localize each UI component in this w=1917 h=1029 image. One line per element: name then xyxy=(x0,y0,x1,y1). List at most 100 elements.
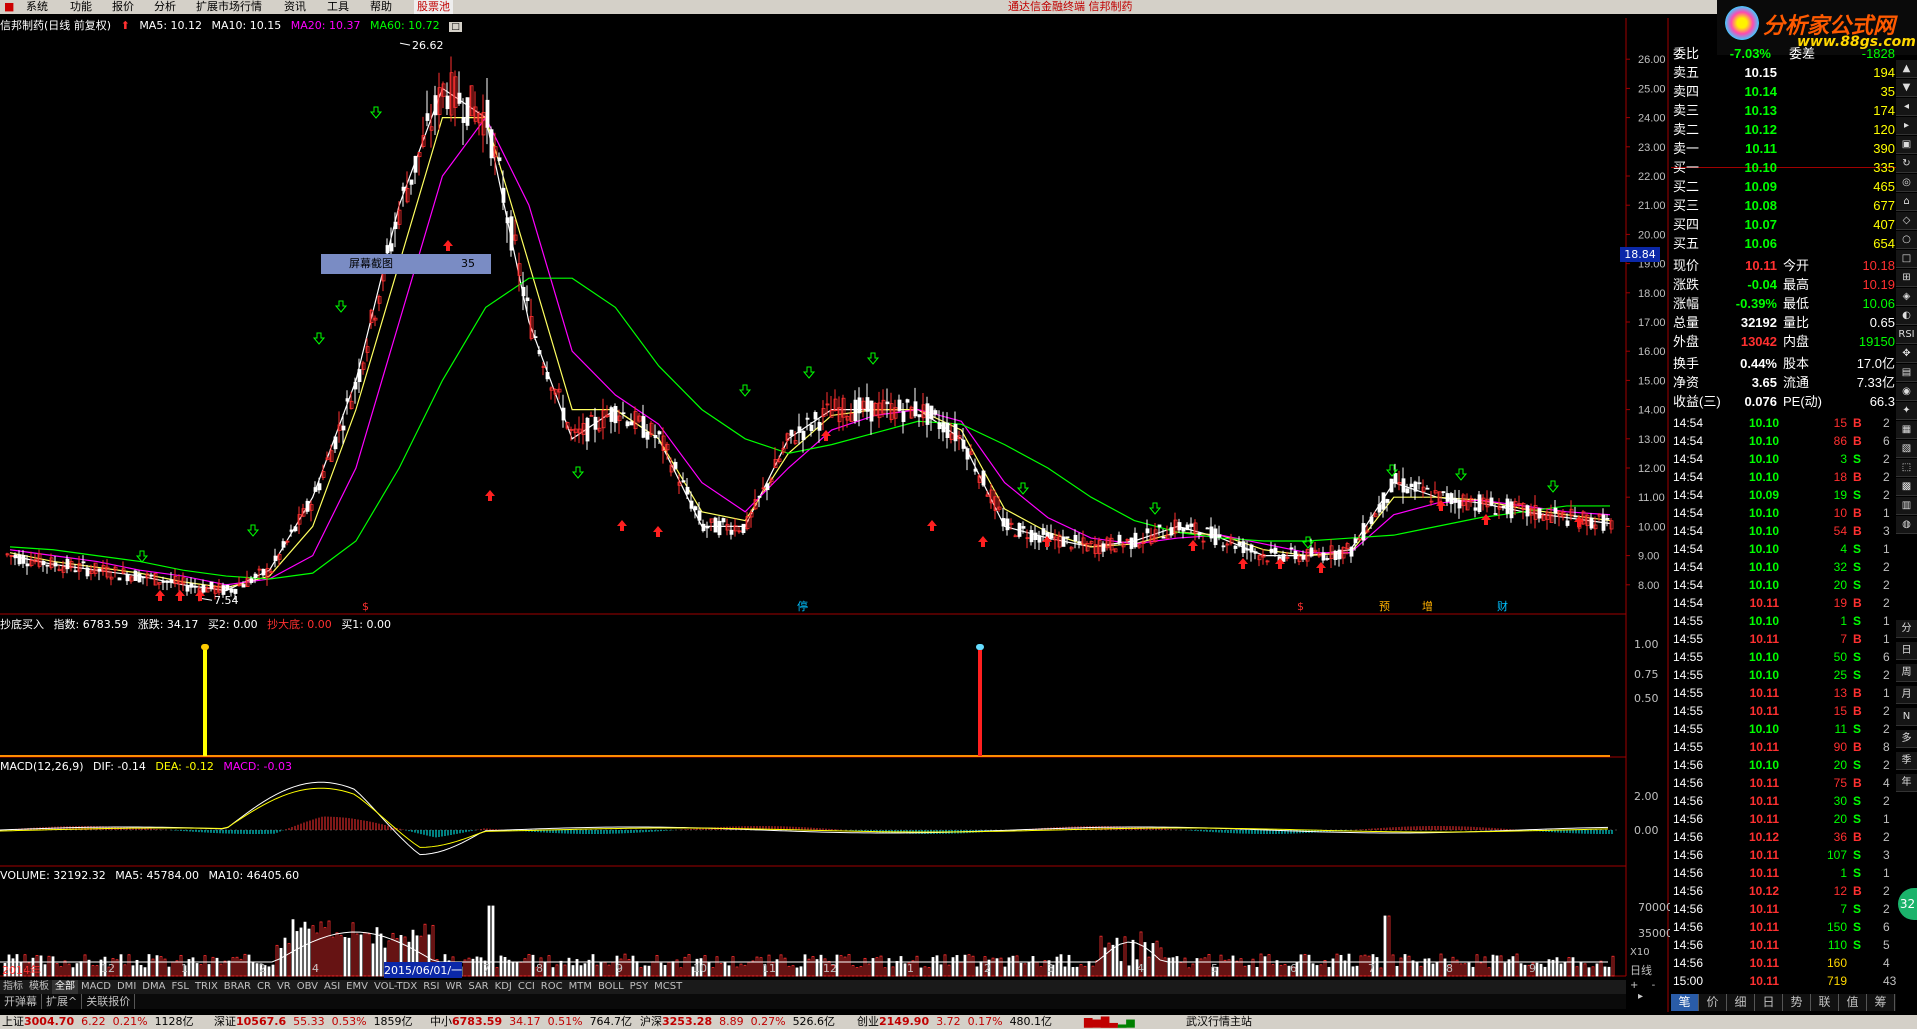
sub-tab[interactable]: 扩展^ xyxy=(42,994,83,1009)
side-tool-icon[interactable]: ▤ xyxy=(1896,364,1917,382)
side-tool-icon[interactable]: ▥ xyxy=(1896,497,1917,515)
side-tool-icon[interactable]: ▦ xyxy=(1896,421,1917,439)
sub-tab[interactable]: 关联报价 xyxy=(82,994,136,1009)
indicator-tab-mtm[interactable]: MTM xyxy=(566,980,595,994)
indicator1-name[interactable]: 抄底买入 xyxy=(0,618,44,631)
indicator-tab-emv[interactable]: EMV xyxy=(343,980,371,994)
side-tool-icon[interactable]: RSI xyxy=(1896,326,1917,344)
indicator-tab-wr[interactable]: WR xyxy=(442,980,465,994)
side-tool-icon[interactable]: ◉ xyxy=(1896,383,1917,401)
ask-row[interactable]: 卖二 10.12 120 xyxy=(1671,120,1896,139)
indicator-tab-dmi[interactable]: DMI xyxy=(114,980,139,994)
price-tick-label: 14.00 xyxy=(1638,405,1666,417)
indicator-tab-boll[interactable]: BOLL xyxy=(595,980,627,994)
index-ticker[interactable]: 沪深3253.28 8.89 0.27% 526.6亿 xyxy=(640,1015,835,1029)
period-button[interactable]: 周 xyxy=(1896,664,1917,682)
period-button[interactable]: 多 xyxy=(1896,730,1917,748)
side-tool-icon[interactable]: ▩ xyxy=(1896,478,1917,496)
period-button[interactable]: 分 xyxy=(1896,620,1917,638)
index-ticker[interactable]: 深证10567.6 55.33 0.53% 1859亿 xyxy=(214,1015,413,1029)
indicator-tab-macd[interactable]: MACD xyxy=(78,980,114,994)
period-button[interactable]: 季 xyxy=(1896,752,1917,770)
candle-body xyxy=(1129,537,1134,549)
indicator-tab-vr[interactable]: VR xyxy=(274,980,294,994)
indicator-tab-psy[interactable]: PSY xyxy=(627,980,652,994)
period-button[interactable]: N xyxy=(1896,708,1917,726)
bid-row[interactable]: 买五 10.06 654 xyxy=(1671,234,1896,253)
ask-row[interactable]: 卖三 10.13 174 xyxy=(1671,101,1896,120)
indicator-tab-rsi[interactable]: RSI xyxy=(420,980,442,994)
side-tool-icon[interactable]: ⬚ xyxy=(1896,459,1917,477)
indicator-tab-sar[interactable]: SAR xyxy=(465,980,491,994)
macd-name[interactable]: MACD(12,26,9) xyxy=(0,760,84,773)
zoom-in-button[interactable]: + xyxy=(1630,980,1638,991)
indicator-tab-kdj[interactable]: KDJ xyxy=(492,980,515,994)
side-tool-icon[interactable]: ◐ xyxy=(1896,307,1917,325)
ask-row[interactable]: 卖五 10.15 194 xyxy=(1671,63,1896,82)
server-name[interactable]: 武汉行情主站 xyxy=(1186,1015,1252,1029)
indicator-tab-dma[interactable]: DMA xyxy=(139,980,168,994)
side-tool-icon[interactable]: ⊞ xyxy=(1896,269,1917,287)
side-tool-icon[interactable]: ◇ xyxy=(1896,212,1917,230)
indicator-tab-mcst[interactable]: MCST xyxy=(651,980,685,994)
side-tool-icon[interactable]: ○ xyxy=(1896,231,1917,249)
index-ticker[interactable]: 上证3004.70 6.22 0.21% 1128亿 xyxy=(2,1015,194,1029)
indicator-tab-全部[interactable]: 全部 xyxy=(52,980,78,994)
index-ticker[interactable]: 中小6783.59 34.17 0.51% 764.7亿 xyxy=(430,1015,632,1029)
indicator-tab-asi[interactable]: ASI xyxy=(321,980,343,994)
right-tab[interactable]: 细 xyxy=(1727,994,1755,1011)
ask-row[interactable]: 卖四 10.14 35 xyxy=(1671,82,1896,101)
period-button[interactable]: 月 xyxy=(1896,686,1917,704)
right-tab[interactable]: 日 xyxy=(1755,994,1783,1011)
indicator-tab-vol-tdx[interactable]: VOL-TDX xyxy=(371,980,420,994)
side-tool-icon[interactable]: ▲ xyxy=(1896,60,1917,78)
indicator-tab-roc[interactable]: ROC xyxy=(538,980,566,994)
indicator-tab-trix[interactable]: TRIX xyxy=(192,980,221,994)
indicator-tab-obv[interactable]: OBV xyxy=(294,980,321,994)
side-tool-icon[interactable]: ◍ xyxy=(1896,516,1917,534)
right-tab[interactable]: 联 xyxy=(1811,994,1839,1011)
side-tool-icon[interactable]: ↻ xyxy=(1896,155,1917,173)
side-tool-icon[interactable]: ◎ xyxy=(1896,174,1917,192)
zoom-controls[interactable]: + - ▸ xyxy=(1630,980,1670,1002)
side-tool-icon[interactable]: ▸ xyxy=(1896,117,1917,135)
side-tool-icon[interactable]: ▼ xyxy=(1896,79,1917,97)
bid-row[interactable]: 买一 10.10 335 xyxy=(1671,158,1896,177)
right-tab[interactable]: 势 xyxy=(1783,994,1811,1011)
volume-name[interactable]: VOLUME: 32192.32 xyxy=(0,869,106,882)
side-tool-icon[interactable]: ✥ xyxy=(1896,345,1917,363)
sub-tab[interactable]: 开弹幕 xyxy=(0,994,42,1009)
scroll-right-button[interactable]: ▸ xyxy=(1638,991,1643,1002)
ask-row[interactable]: 卖一 10.11 390 xyxy=(1671,139,1896,158)
period-button[interactable]: 年 xyxy=(1896,774,1917,792)
index-ticker[interactable]: 创业2149.90 3.72 0.17% 480.1亿 xyxy=(857,1015,1052,1029)
side-tool-icon[interactable]: ◂ xyxy=(1896,98,1917,116)
side-tool-icon[interactable]: ⌂ xyxy=(1896,193,1917,211)
side-tool-icon[interactable]: ✦ xyxy=(1896,402,1917,420)
right-tab[interactable]: 价 xyxy=(1699,994,1727,1011)
bid-row[interactable]: 买四 10.07 407 xyxy=(1671,215,1896,234)
speed-indicator-icon[interactable]: 32 xyxy=(1898,888,1917,920)
indicator-tab-brar[interactable]: BRAR xyxy=(221,980,254,994)
indicator-tab-cci[interactable]: CCI xyxy=(515,980,538,994)
bid-row[interactable]: 买二 10.09 465 xyxy=(1671,177,1896,196)
indicator1-axis-label: 0.50 xyxy=(1634,692,1659,705)
right-tab[interactable]: 值 xyxy=(1839,994,1867,1011)
side-tool-icon[interactable]: ▧ xyxy=(1896,440,1917,458)
period-button[interactable]: 日 xyxy=(1896,642,1917,660)
side-tool-icon[interactable]: ◈ xyxy=(1896,288,1917,306)
chart-area[interactable]: 26.0025.0024.0023.0022.0021.0020.0019.00… xyxy=(0,0,1670,1012)
indicator-tab-模板[interactable]: 模板 xyxy=(26,980,52,994)
candle-body xyxy=(1033,532,1038,541)
indicator-tab-cr[interactable]: CR xyxy=(254,980,274,994)
indicator-tab-fsl[interactable]: FSL xyxy=(168,980,192,994)
side-tool-icon[interactable]: ▣ xyxy=(1896,136,1917,154)
indicator-tab-指标[interactable]: 指标 xyxy=(0,980,26,994)
right-tab[interactable]: 筹 xyxy=(1867,994,1895,1011)
screenshot-popup[interactable]: 屏幕截图 35 xyxy=(321,254,491,274)
bid-row[interactable]: 买三 10.08 677 xyxy=(1671,196,1896,215)
zoom-out-button[interactable]: - xyxy=(1652,980,1656,991)
side-tool-icon[interactable]: □ xyxy=(1896,250,1917,268)
period-label[interactable]: 日线 xyxy=(1630,962,1652,978)
right-tab[interactable]: 笔 xyxy=(1671,994,1699,1011)
